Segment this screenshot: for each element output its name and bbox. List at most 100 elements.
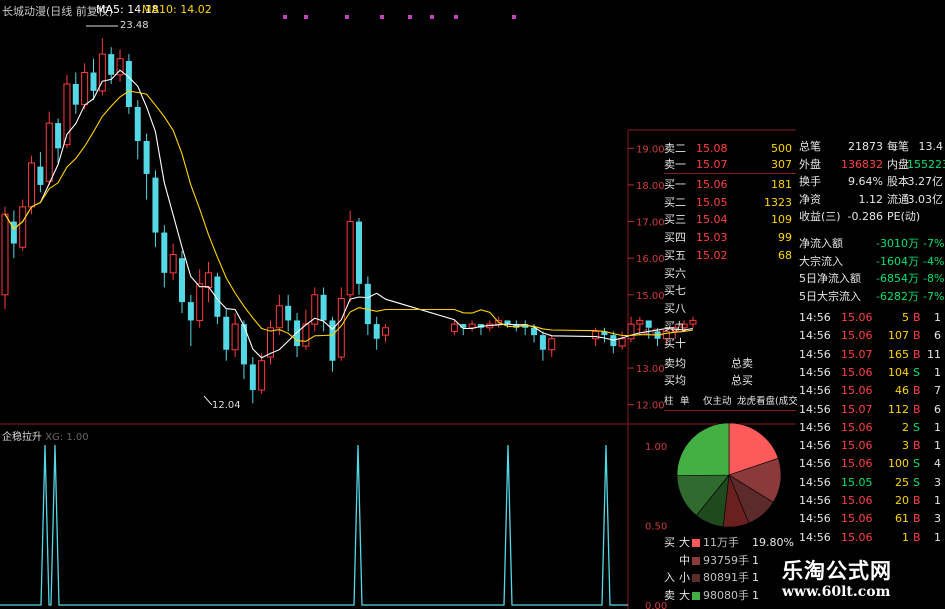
signal-mark [408, 15, 412, 19]
tick-time: 14:56 [799, 384, 831, 398]
low-marker [203, 395, 213, 406]
stat-key: PE(动) [887, 210, 921, 223]
tick-price: 15.07 [841, 402, 873, 416]
tick-row: 14:56 15.06 61 B 3 [799, 511, 945, 527]
order-volume: 181 [771, 178, 792, 191]
tick-price: 15.06 [841, 439, 873, 453]
order-volume: 109 [771, 213, 792, 227]
legend-value: 98080手 [703, 588, 749, 602]
tick-time: 14:56 [799, 402, 831, 416]
tick-time: 14:56 [799, 475, 831, 489]
flow-row: 净流入额 -3010万 -7% [799, 236, 945, 252]
candle-down [285, 305, 292, 321]
tab-label: 龙虎看盘(成交量/笔 [737, 396, 797, 407]
tick-time: 14:56 [799, 329, 831, 343]
tick-count: 3 [934, 475, 941, 489]
signal-mark [304, 15, 308, 19]
candle-down [161, 232, 168, 273]
flow-pct: -7% [923, 289, 945, 303]
ma10-line [4, 90, 693, 342]
tick-row: 14:56 15.06 2 S 1 [799, 420, 945, 436]
stat-value: 21873 [848, 140, 883, 153]
tick-side: S [913, 365, 920, 379]
tick-side: B [913, 347, 921, 361]
candle-up [346, 221, 354, 296]
flow-label: 净流入额 [799, 237, 843, 250]
flow-row: 5日净流入额 -6854万 -8% [799, 271, 945, 287]
stat-key: 内盘 [887, 157, 909, 171]
order-label: 买二 [664, 195, 686, 209]
tick-row: 14:56 15.06 5 B 1 [799, 310, 945, 326]
tick-price: 15.07 [841, 347, 873, 361]
xg-signal-line [0, 444, 628, 606]
legend-side: 买 [664, 536, 675, 549]
tick-side: S [913, 457, 920, 471]
tick-volume: 112 [888, 402, 909, 416]
tick-side: B [913, 530, 921, 544]
tick-row: 14:56 15.07 165 B 11 [799, 347, 945, 363]
candle-up [450, 323, 458, 332]
sell-avg-label: 卖均 [664, 357, 686, 370]
buy-level: 买六 [664, 266, 796, 282]
order-label: 买一 [664, 178, 686, 191]
tick-volume: 25 [895, 475, 909, 489]
legend-pct: 1 [752, 588, 759, 602]
stat-key: 总笔 [799, 140, 821, 153]
stat-value: 13.4 [918, 140, 944, 153]
tick-time: 14:56 [799, 311, 831, 324]
candle-up [592, 330, 600, 340]
watermark-url: www.60lt.com [782, 584, 891, 600]
buy-level: 买八 [664, 301, 796, 317]
flow-label: 大宗流入 [799, 254, 843, 268]
flow-row: 大宗流入 -1604万 -4% [799, 254, 945, 270]
stat-value: 155223 [907, 157, 945, 171]
tick-price: 15.06 [841, 384, 873, 398]
tick-time: 14:56 [799, 347, 831, 361]
candle-down [645, 320, 652, 328]
tick-time: 14:56 [799, 365, 831, 379]
buy-level: 买五 15.02 68 [664, 248, 796, 264]
legend-size: 大 [679, 536, 690, 549]
candle-up [618, 338, 626, 347]
tab-3[interactable]: 龙虎看盘(成交量/笔 [737, 394, 797, 410]
tick-price: 15.06 [841, 530, 873, 544]
order-label: 买六 [664, 266, 686, 280]
legend-swatch [692, 591, 700, 600]
buy-level: 买四 15.03 99 [664, 230, 796, 246]
tick-row: 14:56 15.06 3 B 1 [799, 438, 945, 454]
legend-value: 93759手 [703, 553, 749, 567]
stat-value: 3.27亿 [907, 175, 944, 188]
order-volume: 1323 [764, 195, 792, 209]
flow-pct: -7% [923, 237, 945, 250]
signal-mark [454, 15, 458, 19]
stat-key: 换手 [799, 175, 821, 188]
stat-row: 净资 1.12 流通 3.03亿 [799, 192, 945, 208]
sell-level: 卖一 15.07 307 [664, 157, 796, 173]
tick-volume: 107 [888, 329, 909, 343]
tick-time: 14:56 [799, 457, 831, 471]
tick-price: 15.05 [841, 475, 873, 489]
candle-up [196, 283, 204, 321]
signal-mark [380, 15, 384, 19]
pie-slice [676, 422, 730, 476]
candle-down [356, 221, 362, 284]
buy-level: 买一 15.06 181 [664, 177, 796, 193]
tick-volume: 100 [888, 457, 909, 471]
tick-count: 1 [934, 311, 941, 324]
tab-2[interactable]: 仅主动 [703, 394, 733, 410]
order-price: 15.02 [696, 248, 728, 262]
legend-pct: 1 [752, 553, 759, 567]
candle-down [539, 335, 546, 350]
avg-row: 买均 总买 [664, 373, 796, 389]
tick-time: 14:56 [799, 439, 831, 453]
tick-count: 6 [934, 329, 941, 343]
tick-row: 14:56 15.06 100 S 4 [799, 456, 945, 472]
order-label: 卖二 [664, 142, 686, 155]
tick-side: S [913, 420, 920, 434]
tick-volume: 46 [895, 384, 909, 398]
stat-row: 外盘 136832 内盘 155223 [799, 157, 945, 173]
tick-volume: 104 [888, 365, 909, 379]
y-tick-label: 12.00 [636, 401, 665, 412]
tick-count: 1 [934, 530, 941, 544]
total-sell-label: 总卖 [731, 357, 753, 370]
